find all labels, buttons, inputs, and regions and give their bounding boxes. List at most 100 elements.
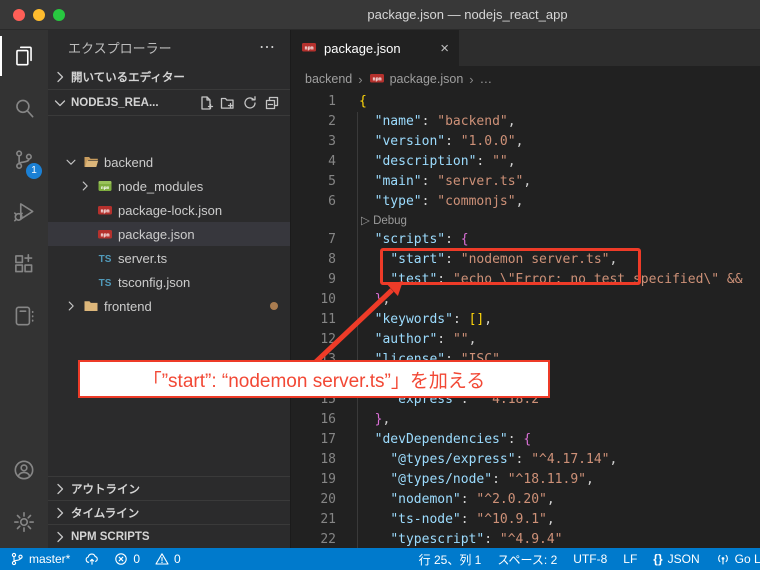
status-right--2[interactable]: スペース: 2 bbox=[497, 551, 557, 568]
svg-text:npm: npm bbox=[101, 186, 110, 191]
line-number: 10 bbox=[291, 290, 336, 310]
code-line-22: 22 "typescript": "^4.9.4" bbox=[291, 530, 760, 548]
search-icon[interactable] bbox=[0, 82, 48, 134]
code-line-21: 21 "ts-node": "^10.9.1", bbox=[291, 510, 760, 530]
code-line-4: 4 "description": "", bbox=[291, 152, 760, 172]
code-line-8: 8 "start": "nodemon server.ts", bbox=[291, 250, 760, 270]
collapse-all-icon[interactable] bbox=[264, 95, 280, 111]
code-line-14: 14 "dependencies": { bbox=[291, 370, 760, 390]
tree-item-backend[interactable]: backend bbox=[48, 150, 290, 174]
activity-bar: 1 bbox=[0, 30, 48, 548]
more-actions-icon[interactable]: ⋯ bbox=[259, 37, 276, 57]
workspace-section[interactable]: NODEJS_REA... bbox=[48, 90, 290, 116]
status-right-go-live[interactable]: Go Live bbox=[716, 552, 760, 566]
breadcrumb-item-…[interactable]: … bbox=[480, 72, 493, 86]
refresh-icon[interactable] bbox=[242, 95, 258, 111]
line-number: 7 bbox=[291, 230, 336, 250]
line-number: 6 bbox=[291, 192, 336, 212]
code-line-16: 16 }, bbox=[291, 410, 760, 430]
editor-area: npm package.json × backend › npmpackage.js… bbox=[290, 30, 760, 548]
status-left-master-[interactable]: master* bbox=[10, 552, 70, 566]
npm-icon: npm bbox=[97, 226, 113, 242]
tree-item-package.json[interactable]: npmpackage.json bbox=[48, 222, 290, 246]
status-right-utf-8[interactable]: UTF-8 bbox=[573, 552, 607, 566]
svg-text:TS: TS bbox=[99, 254, 112, 265]
line-number: 17 bbox=[291, 430, 336, 450]
line-number: 14 bbox=[291, 370, 336, 390]
svg-text:npm: npm bbox=[100, 209, 109, 215]
code-line-13: 13 "license": "ISC", bbox=[291, 350, 760, 370]
notebook-icon[interactable] bbox=[0, 290, 48, 342]
svg-text:npm: npm bbox=[100, 233, 109, 239]
code-line-3: 3 "version": "1.0.0", bbox=[291, 132, 760, 152]
tree-item-node_modules[interactable]: npmnode_modules bbox=[48, 174, 290, 198]
line-number: 16 bbox=[291, 410, 336, 430]
status-bar: master* 0 0 行 25、列 1 スペース: 2 UTF-8 LF {}JSON Go… bbox=[0, 548, 760, 570]
folder-icon bbox=[83, 298, 99, 314]
code-line-7: 7 "scripts": { bbox=[291, 230, 760, 250]
run-debug-icon[interactable] bbox=[0, 186, 48, 238]
status-right-lf[interactable]: LF bbox=[623, 552, 637, 566]
new-file-icon[interactable] bbox=[198, 95, 214, 111]
braces-icon: {} bbox=[653, 552, 662, 566]
line-number: 20 bbox=[291, 490, 336, 510]
section-NPM SCRIPTS[interactable]: NPM SCRIPTS bbox=[48, 524, 290, 548]
workspace-label: NODEJS_REA... bbox=[71, 97, 159, 109]
settings-gear-icon[interactable] bbox=[0, 496, 48, 548]
line-number: 13 bbox=[291, 350, 336, 370]
close-tab-icon[interactable]: × bbox=[440, 40, 449, 57]
tree-item-frontend[interactable]: frontend bbox=[48, 294, 290, 318]
codelens-debug[interactable]: ▷ Debug bbox=[291, 212, 760, 230]
section-タイムライン[interactable]: タイムライン bbox=[48, 500, 290, 524]
status-left-0[interactable]: 0 bbox=[155, 552, 181, 566]
explorer-icon[interactable] bbox=[0, 30, 48, 82]
ts-icon: TS bbox=[97, 250, 113, 266]
folder-open-icon bbox=[83, 154, 99, 170]
error-icon bbox=[114, 552, 128, 566]
open-editors-section[interactable]: 開いているエディター bbox=[48, 64, 290, 90]
breadcrumb-item-backend[interactable]: backend bbox=[305, 72, 352, 86]
tree-item-tsconfig.json[interactable]: TStsconfig.json bbox=[48, 270, 290, 294]
source-control-icon[interactable]: 1 bbox=[0, 134, 48, 186]
line-number: 9 bbox=[291, 270, 336, 290]
modified-dot bbox=[270, 302, 278, 310]
section-アウトライン[interactable]: アウトライン bbox=[48, 476, 290, 500]
code-line-15: 15 "express": "^4.18.2" bbox=[291, 390, 760, 410]
code-editor[interactable]: 1{2 "name": "backend",3 "version": "1.0.… bbox=[291, 92, 760, 548]
sidebar-bottom-sections: アウトラインタイムラインNPM SCRIPTS bbox=[48, 476, 290, 548]
title-bar: package.json — nodejs_react_app bbox=[0, 0, 760, 30]
file-tree: backendnpmnode_modulesnpmpackage-lock.js… bbox=[48, 150, 290, 318]
scm-badge: 1 bbox=[26, 163, 42, 179]
new-folder-icon[interactable] bbox=[220, 95, 236, 111]
svg-text:npm: npm bbox=[372, 76, 381, 82]
minimize-window-button[interactable] bbox=[33, 9, 45, 21]
breadcrumb[interactable]: backend›npmpackage.json›… bbox=[291, 66, 760, 92]
tab-package-json[interactable]: npm package.json × bbox=[291, 30, 459, 66]
npm-icon: npm bbox=[97, 202, 113, 218]
tree-item-server.ts[interactable]: TSserver.ts bbox=[48, 246, 290, 270]
line-number: 4 bbox=[291, 152, 336, 172]
status-left-cloud-upload[interactable] bbox=[85, 552, 99, 566]
status-right-json[interactable]: {}JSON bbox=[653, 552, 699, 566]
breadcrumb-item-package.json[interactable]: npmpackage.json bbox=[369, 70, 464, 89]
tab-strip: npm package.json × bbox=[291, 30, 760, 66]
line-number: 5 bbox=[291, 172, 336, 192]
breadcrumb-separator: › bbox=[469, 72, 473, 87]
tree-item-package-lock.json[interactable]: npmpackage-lock.json bbox=[48, 198, 290, 222]
account-icon[interactable] bbox=[0, 444, 48, 496]
line-number: 11 bbox=[291, 310, 336, 330]
npm-file-icon: npm bbox=[301, 39, 317, 58]
line-number: 19 bbox=[291, 470, 336, 490]
status-left-0[interactable]: 0 bbox=[114, 552, 140, 566]
line-number: 18 bbox=[291, 450, 336, 470]
code-line-9: 9 "test": "echo \"Error: no test specifi… bbox=[291, 270, 760, 290]
code-line-1: 1{ bbox=[291, 92, 760, 112]
code-line-5: 5 "main": "server.ts", bbox=[291, 172, 760, 192]
code-line-12: 12 "author": "", bbox=[291, 330, 760, 350]
explorer-sidebar: エクスプローラー ⋯ 開いているエディター NODEJS_REA... back… bbox=[48, 30, 290, 548]
code-line-10: 10 }, bbox=[291, 290, 760, 310]
close-window-button[interactable] bbox=[13, 9, 25, 21]
maximize-window-button[interactable] bbox=[53, 9, 65, 21]
status-right--25-1[interactable]: 行 25、列 1 bbox=[419, 551, 482, 568]
extensions-icon[interactable] bbox=[0, 238, 48, 290]
